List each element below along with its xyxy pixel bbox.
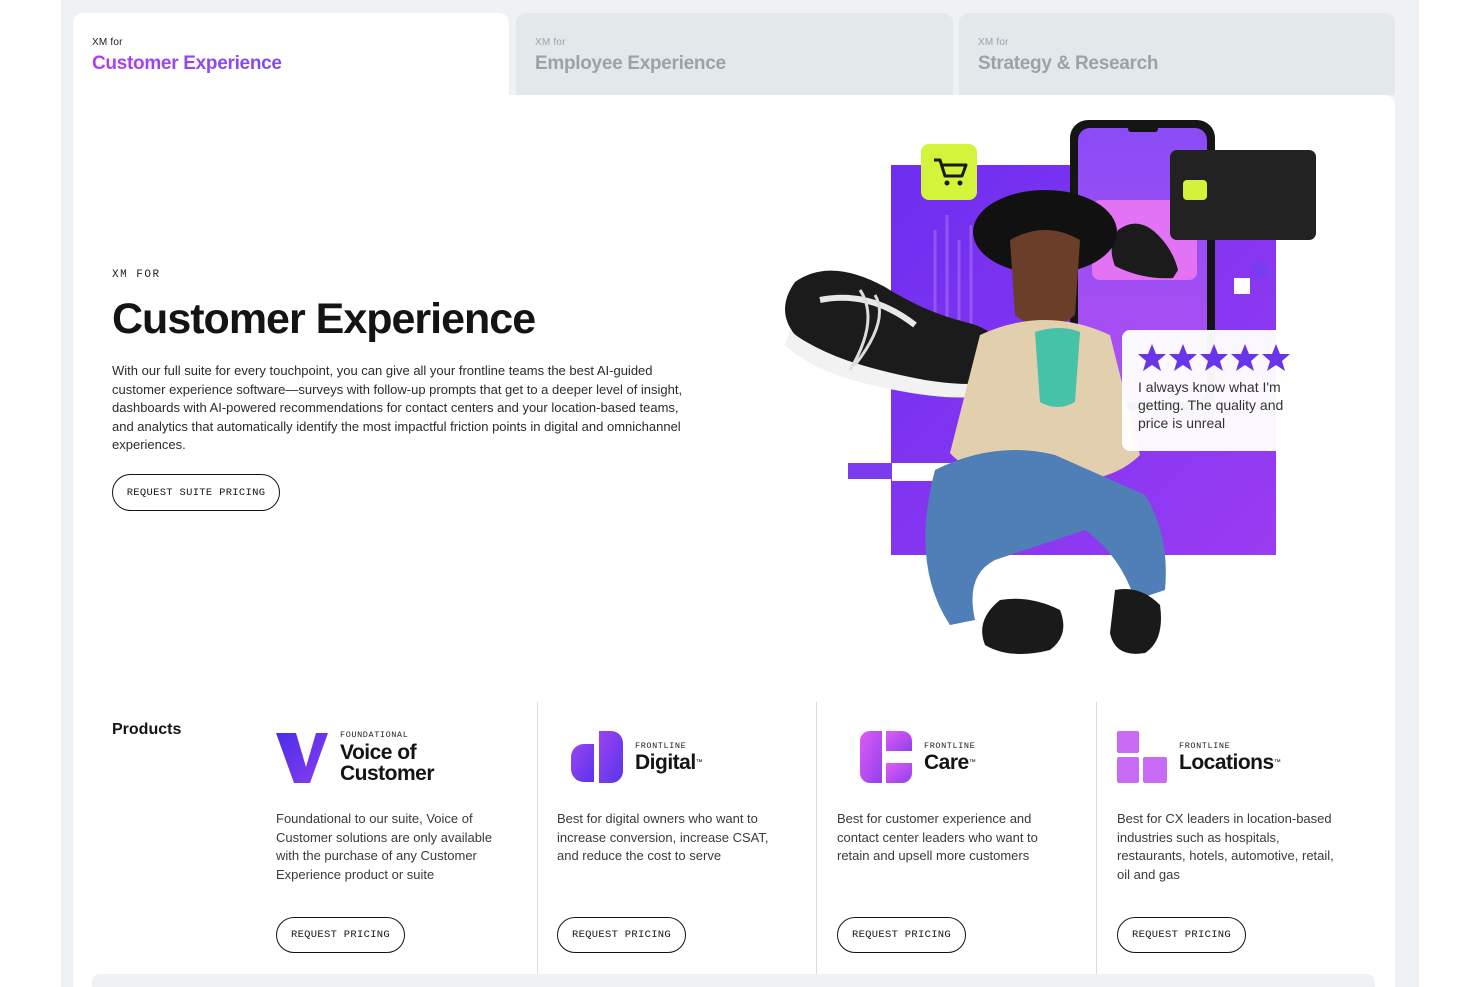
care-logo-icon: [860, 731, 912, 783]
product-description: Best for digital owners who want to incr…: [557, 811, 769, 864]
product-card-digital: FRONTLINE Digital™ Best for digital owne…: [557, 728, 797, 863]
tab-employee-experience[interactable]: XM for Employee Experience: [516, 13, 953, 95]
product-description: Best for CX leaders in location-based in…: [1117, 811, 1334, 882]
product-name-line2: Customer: [340, 762, 435, 785]
tab-label: Employee Experience: [535, 53, 726, 74]
review-quote: I always know what I'm getting. The qual…: [1138, 379, 1284, 431]
hero-description: With our full suite for every touchpoint…: [112, 363, 683, 453]
product-kicker: FRONTLINE: [924, 741, 976, 751]
cart-icon: [921, 144, 977, 200]
trademark-symbol: ™: [1273, 759, 1281, 766]
trademark-symbol: ™: [968, 759, 976, 766]
product-name: Digital™: [635, 751, 703, 774]
column-divider: [816, 702, 817, 987]
product-card-care: FRONTLINE Care™ Best for customer experi…: [837, 728, 1077, 863]
tab-prefix: XM for: [92, 37, 123, 48]
request-suite-pricing-button[interactable]: REQUEST SUITE PRICING: [112, 474, 280, 511]
trademark-symbol: ™: [695, 759, 703, 766]
request-pricing-button-care[interactable]: REQUEST PRICING: [837, 917, 966, 953]
request-pricing-button-locations[interactable]: REQUEST PRICING: [1117, 917, 1246, 953]
product-name-text: Care: [924, 751, 969, 774]
hero-illustration: I always know what I'm getting. The qual…: [785, 120, 1318, 654]
hero-title: Customer Experience: [112, 295, 536, 343]
hero-eyebrow: XM FOR: [112, 269, 161, 281]
product-card-locations: FRONTLINE Locations™ Best for CX leaders…: [1117, 728, 1357, 882]
product-name: Locations™: [1179, 751, 1281, 774]
product-card-voice-of-customer: FOUNDATIONAL Voice of Customer Foundatio…: [276, 728, 516, 882]
voice-of-customer-logo-icon: [276, 733, 328, 783]
tab-prefix: XM for: [535, 37, 566, 48]
product-name-text: Digital: [635, 751, 696, 774]
request-pricing-button-digital[interactable]: REQUEST PRICING: [557, 917, 686, 953]
tab-strategy-research[interactable]: XM for Strategy & Research: [959, 13, 1395, 95]
product-name-line1: Voice of: [340, 741, 417, 764]
tab-prefix: XM for: [978, 37, 1009, 48]
tab-customer-experience[interactable]: XM for Customer Experience: [73, 13, 509, 95]
tab-label: Customer Experience: [92, 53, 509, 75]
column-divider: [1096, 702, 1097, 987]
product-kicker: FRONTLINE: [635, 741, 687, 751]
product-name: Care™: [924, 751, 976, 774]
request-pricing-button-voice-of-customer[interactable]: REQUEST PRICING: [276, 917, 405, 953]
next-section-edge: [92, 974, 1375, 987]
product-description: Foundational to our suite, Voice of Cust…: [276, 811, 493, 882]
products-heading: Products: [112, 721, 182, 738]
product-name-text: Locations: [1179, 751, 1274, 774]
digital-logo-icon: [571, 731, 623, 783]
tab-label: Strategy & Research: [978, 53, 1159, 74]
product-kicker: FOUNDATIONAL: [340, 730, 409, 740]
product-description: Best for customer experience and contact…: [837, 811, 1038, 864]
product-kicker: FRONTLINE: [1179, 741, 1231, 751]
locations-logo-icon: [1117, 731, 1167, 783]
column-divider: [537, 702, 538, 987]
